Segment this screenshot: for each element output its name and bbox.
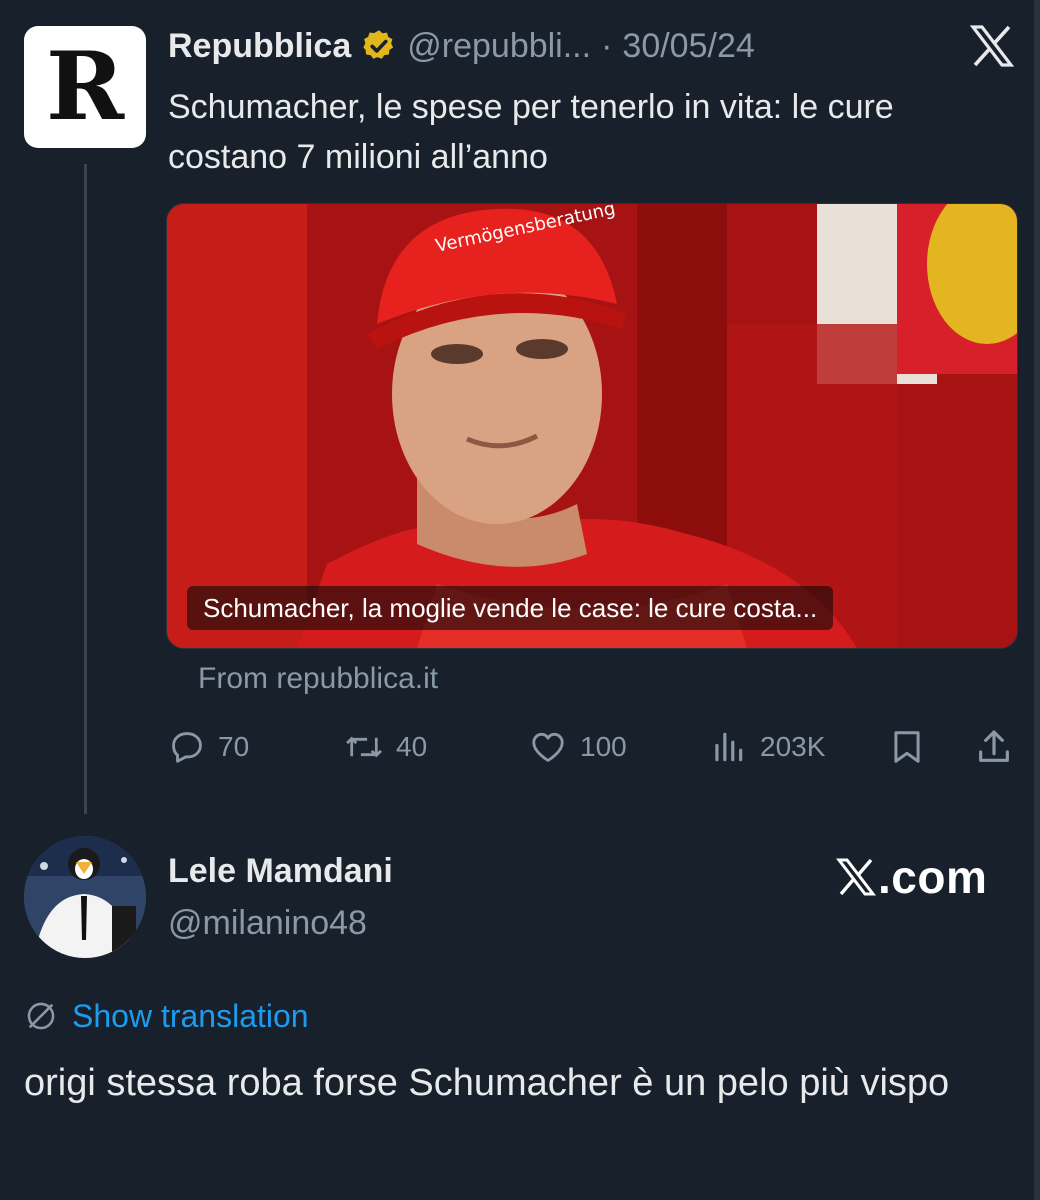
show-translation-link[interactable]: Show translation bbox=[24, 994, 309, 1038]
views-icon bbox=[715, 732, 743, 762]
quoted-handle[interactable]: @repubbli... bbox=[407, 27, 591, 66]
quoted-tweet-text: Schumacher, le spese per tenerlo in vita… bbox=[168, 88, 894, 176]
repost-button[interactable]: 40 bbox=[344, 722, 427, 772]
views-button[interactable]: 203K bbox=[708, 722, 825, 772]
user-avatar[interactable] bbox=[24, 836, 146, 958]
like-button[interactable]: 100 bbox=[528, 722, 627, 772]
quoted-date[interactable]: 30/05/24 bbox=[622, 27, 754, 66]
repost-icon bbox=[346, 736, 382, 758]
avatar-image bbox=[24, 836, 146, 958]
reply-handle[interactable]: @milanino48 bbox=[168, 904, 367, 943]
verified-badge-icon bbox=[363, 30, 394, 59]
like-count: 100 bbox=[580, 731, 627, 762]
thread-connector bbox=[84, 164, 87, 814]
reply-icon bbox=[172, 732, 202, 763]
media-caption: Schumacher, la moglie vende le case: le … bbox=[187, 586, 834, 630]
show-translation-label: Show translation bbox=[72, 997, 309, 1034]
reply-tweet-text: origi stessa roba forse Schumacher è un … bbox=[24, 1062, 950, 1104]
share-button[interactable] bbox=[974, 722, 1014, 772]
reply-display-name[interactable]: Lele Mamdani bbox=[168, 852, 393, 891]
bookmark-button[interactable] bbox=[888, 722, 926, 772]
action-bar: 70 40 100 203K bbox=[168, 722, 1016, 772]
repost-count: 40 bbox=[396, 731, 428, 762]
share-icon bbox=[979, 730, 1009, 762]
reply-count: 70 bbox=[218, 731, 250, 762]
driver-photo: Vermögensberatung bbox=[167, 204, 1017, 648]
separator-dot: · bbox=[601, 26, 613, 65]
link-source[interactable]: From repubblica.it bbox=[198, 662, 438, 696]
quoted-display-name[interactable]: Repubblica bbox=[168, 27, 351, 66]
watermark-text: .com bbox=[878, 851, 988, 903]
link-card-image[interactable]: Vermögensberatung Schumacher, la moglie … bbox=[166, 203, 1018, 649]
x-logo-icon bbox=[836, 858, 876, 896]
quoted-tweet-header: Repubblica @repubbli... · 30/05/24 bbox=[168, 24, 755, 68]
window-edge bbox=[1034, 0, 1040, 1200]
bookmark-icon bbox=[894, 731, 920, 763]
x-com-watermark: .com bbox=[836, 850, 987, 904]
like-icon bbox=[532, 732, 564, 762]
avatar-letter: R bbox=[45, 32, 125, 142]
x-logo-icon[interactable] bbox=[968, 24, 1016, 68]
translate-globe-icon bbox=[27, 1002, 55, 1030]
reply-button[interactable]: 70 bbox=[168, 722, 249, 772]
repubblica-avatar[interactable]: R bbox=[24, 26, 146, 148]
views-count: 203K bbox=[760, 731, 826, 762]
